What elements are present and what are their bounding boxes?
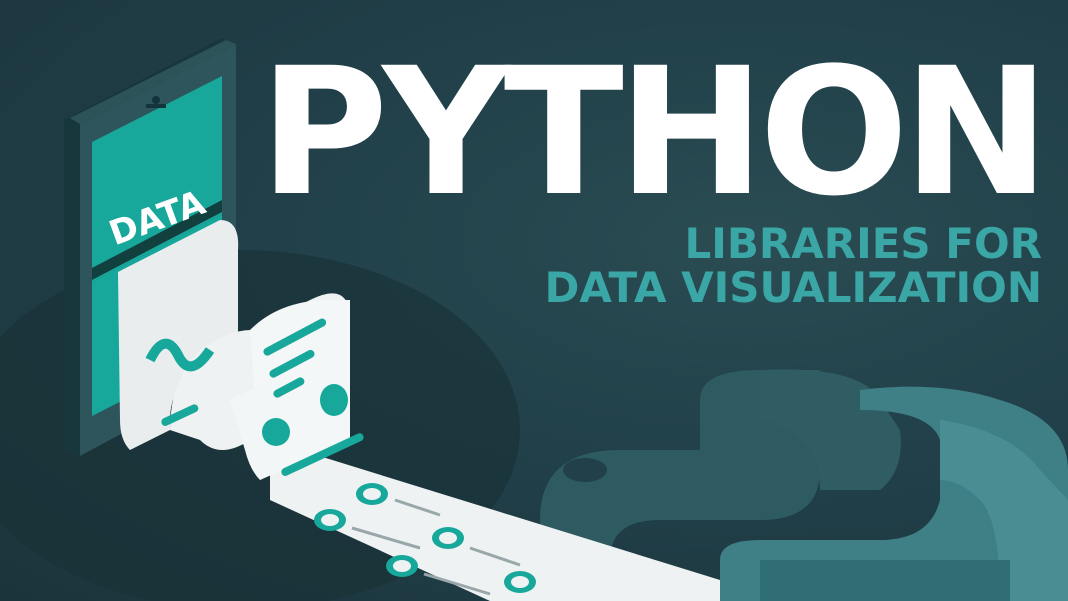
banner: DATA PYTHON LIBRARIES FOR DATA VISUALIZA… <box>0 0 1068 601</box>
subtitle-line-1: LIBRARIES FOR <box>684 219 1042 268</box>
page-subtitle: LIBRARIES FOR DATA VISUALIZATION <box>544 222 1042 310</box>
page-title: PYTHON <box>259 30 1050 235</box>
subtitle-line-2: DATA VISUALIZATION <box>544 263 1042 312</box>
